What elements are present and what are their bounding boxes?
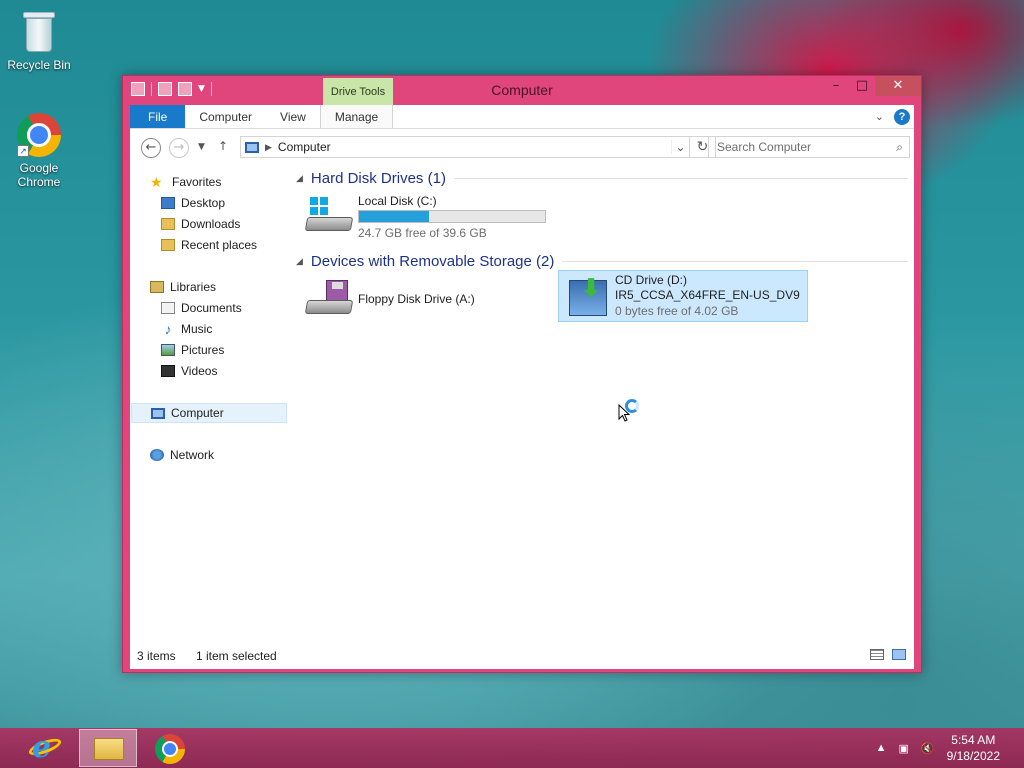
system-tray: ▲ ▣ 🔇 5:54 AM 9/18/2022 (876, 728, 1024, 768)
close-button[interactable]: ✕ (875, 76, 921, 96)
hard-disk-icon (304, 197, 354, 237)
tab-view[interactable]: View (266, 105, 320, 128)
back-button[interactable]: ← (141, 138, 161, 158)
nav-libraries[interactable]: Libraries (130, 277, 288, 297)
tab-computer[interactable]: Computer (185, 105, 266, 128)
tab-file[interactable]: File (130, 105, 186, 128)
nav-documents[interactable]: Documents (130, 298, 288, 318)
drive-floppy-a[interactable]: Floppy Disk Drive (A:) (304, 274, 556, 326)
network-icon (150, 449, 164, 461)
clock-time: 5:54 AM (951, 733, 996, 747)
music-icon: ♪ (164, 321, 172, 337)
nav-favorites[interactable]: ★ Favorites (130, 172, 288, 192)
navigation-pane: ★ Favorites Desktop Downloads Recent pla… (130, 165, 288, 635)
nav-videos[interactable]: Videos (130, 361, 288, 381)
pictures-icon (161, 344, 175, 356)
maximize-button[interactable]: □ (849, 76, 875, 96)
chrome-desktop-icon[interactable]: ↗ Google Chrome (1, 113, 77, 189)
drive-usage-fill (359, 211, 429, 222)
network-status-icon[interactable]: ▣ (899, 742, 909, 755)
explorer-window: ▼ Drive Tools Computer – □ ✕ File Comput… (122, 75, 922, 673)
nav-downloads[interactable]: Downloads (130, 214, 288, 234)
expand-ribbon-icon[interactable]: ⌄ (875, 110, 884, 123)
status-bar: 3 items 1 item selected (130, 639, 914, 669)
shortcut-arrow-icon: ↗ (17, 145, 29, 157)
breadcrumb-arrow-icon[interactable]: ▶ (265, 142, 272, 153)
star-icon: ★ (150, 174, 163, 190)
status-item-count: 3 items (137, 649, 176, 663)
recycle-bin-icon (21, 8, 57, 54)
status-selection: 1 item selected (196, 649, 277, 663)
nav-network[interactable]: Network (130, 445, 288, 465)
show-hidden-icons-icon[interactable]: ▲ (876, 742, 887, 754)
drive-cd-d[interactable]: ⬇ CD Drive (D:) IR5_CCSA_X64FRE_EN-US_DV… (558, 270, 808, 322)
drive-free-space: 0 bytes free of 4.02 GB (615, 304, 739, 318)
group-removable-storage[interactable]: ◢ Devices with Removable Storage (2) (296, 253, 908, 270)
clock-date: 9/18/2022 (946, 749, 1000, 763)
drive-name: Local Disk (C:) (358, 194, 437, 208)
taskbar: e ▲ ▣ 🔇 5:54 AM 9/18/2022 (0, 728, 1024, 768)
taskbar-internet-explorer[interactable]: e (16, 729, 74, 767)
busy-spinner-icon (625, 399, 639, 413)
details-view-icon[interactable] (870, 649, 884, 660)
recycle-bin-label: Recycle Bin (7, 58, 71, 72)
tab-manage[interactable]: Manage (319, 105, 394, 128)
computer-icon (151, 407, 165, 419)
address-field[interactable]: ▶ Computer ⌄ (240, 136, 690, 158)
chrome-label-line1: Google (19, 161, 59, 175)
address-dropdown-icon[interactable]: ⌄ (671, 140, 689, 154)
downloads-icon (161, 218, 175, 230)
title-bar[interactable]: ▼ Drive Tools Computer – □ ✕ (123, 76, 921, 105)
nav-desktop[interactable]: Desktop (130, 193, 288, 213)
nav-music[interactable]: ♪ Music (130, 319, 288, 339)
search-input[interactable]: Search Computer ⌕ (708, 136, 910, 158)
nav-recent-places[interactable]: Recent places (130, 235, 288, 255)
drive-name: CD Drive (D:) (615, 273, 687, 287)
ribbon-tabs: File Computer View Manage ⌄ ? (130, 105, 914, 129)
windows-logo-icon (310, 197, 328, 215)
search-icon: ⌕ (896, 140, 903, 154)
desktop-icon (161, 197, 175, 209)
floppy-drive-icon (304, 280, 354, 320)
recycle-bin-desktop-icon[interactable]: Recycle Bin (1, 8, 77, 72)
group-hard-disk-drives[interactable]: ◢ Hard Disk Drives (1) (296, 170, 908, 187)
drive-local-disk-c[interactable]: Local Disk (C:) 24.7 GB free of 39.6 GB (304, 191, 556, 243)
minimize-button[interactable]: – (823, 76, 849, 96)
drive-free-space: 24.7 GB free of 39.6 GB (358, 226, 487, 240)
large-icons-view-icon[interactable] (892, 649, 906, 660)
internet-explorer-icon: e (32, 730, 52, 765)
window-title: Computer (491, 82, 553, 98)
volume-muted-icon[interactable]: 🔇 (921, 742, 935, 755)
documents-icon (161, 302, 175, 314)
collapse-triangle-icon: ◢ (296, 256, 303, 266)
forward-button[interactable]: → (169, 138, 189, 158)
up-button[interactable]: ↑ (218, 139, 228, 153)
chrome-icon (155, 734, 185, 764)
file-explorer-icon (94, 738, 124, 760)
videos-icon (161, 365, 175, 377)
drive-name: Floppy Disk Drive (A:) (358, 292, 475, 306)
file-list: ◢ Hard Disk Drives (1) Local Disk (C:) 2… (296, 165, 914, 635)
taskbar-chrome[interactable] (141, 729, 199, 767)
computer-icon (245, 141, 259, 153)
chrome-label-line2: Chrome (17, 175, 61, 189)
search-placeholder: Search Computer (717, 140, 812, 154)
drive-volume-label: IR5_CCSA_X64FRE_EN-US_DV9 (615, 288, 800, 302)
breadcrumb-computer[interactable]: Computer (278, 140, 331, 154)
cd-drive-icon: ⬇ (569, 275, 615, 318)
drive-usage-bar (358, 210, 546, 223)
address-bar-row: ← → ▼ ↑ ▶ Computer ⌄ ↻ Search Computer ⌕ (130, 129, 914, 165)
clock[interactable]: 5:54 AM 9/18/2022 (947, 732, 1000, 764)
recent-locations-icon[interactable]: ▼ (198, 142, 205, 152)
recent-places-icon (161, 239, 175, 251)
install-arrow-icon: ⬇ (581, 275, 602, 302)
taskbar-file-explorer[interactable] (79, 729, 137, 767)
content-area: ★ Favorites Desktop Downloads Recent pla… (130, 165, 914, 669)
nav-pictures[interactable]: Pictures (130, 340, 288, 360)
help-icon[interactable]: ? (894, 108, 910, 125)
nav-computer[interactable]: Computer (131, 403, 287, 423)
collapse-triangle-icon: ◢ (296, 173, 303, 183)
libraries-icon (150, 281, 164, 293)
